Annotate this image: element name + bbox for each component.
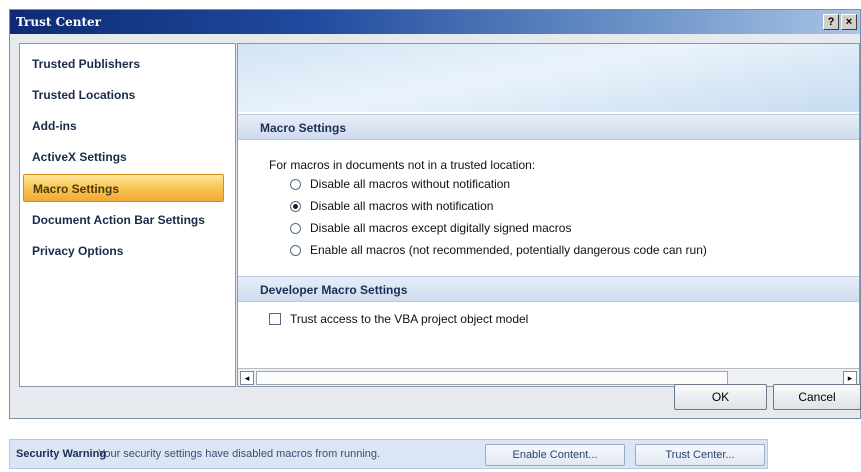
macro-option-disable-no-notification[interactable]: Disable all macros without notification [290, 175, 510, 193]
sidebar-item-macro-settings[interactable]: Macro Settings [23, 174, 224, 202]
security-warning-message: Your security settings have disabled mac… [98, 448, 381, 460]
window-title: Trust Center [16, 15, 101, 29]
trust-center-button[interactable]: Trust Center... [635, 444, 765, 466]
sidebar-nav: Trusted Publishers Trusted Locations Add… [19, 43, 236, 387]
radio-label: Enable all macros (not recommended, pote… [310, 243, 707, 257]
radio-label: Disable all macros with notification [310, 199, 494, 213]
sidebar-item-document-action-bar-settings[interactable]: Document Action Bar Settings [32, 206, 205, 234]
enable-content-button[interactable]: Enable Content... [485, 444, 625, 466]
macro-settings-header: Macro Settings [238, 114, 859, 140]
sidebar-item-trusted-publishers[interactable]: Trusted Publishers [32, 50, 140, 78]
sidebar-item-activex-settings[interactable]: ActiveX Settings [32, 143, 127, 171]
radio-label: Disable all macros without notification [310, 177, 511, 191]
security-warning-bar: Security Warning Your security settings … [9, 439, 768, 469]
radio-button-selected[interactable] [290, 200, 301, 212]
help-button[interactable]: ? [823, 14, 839, 30]
macro-option-enable-all[interactable]: Enable all macros (not recommended, pote… [290, 241, 707, 259]
scroll-right-icon[interactable]: ▸ [843, 371, 857, 385]
security-warning-title: Security Warning [16, 448, 107, 460]
scroll-left-icon[interactable]: ◂ [240, 371, 254, 385]
radio-button[interactable] [290, 178, 301, 190]
sidebar-item-privacy-options[interactable]: Privacy Options [32, 237, 123, 265]
title-bar: Trust Center ? × [10, 10, 860, 34]
macro-option-disable-except-signed[interactable]: Disable all macros except digitally sign… [290, 219, 571, 237]
radio-label: Disable all macros except digitally sign… [310, 221, 572, 235]
scrollbar-thumb[interactable] [256, 371, 728, 385]
developer-macro-settings-header: Developer Macro Settings [238, 276, 859, 302]
sidebar-item-add-ins[interactable]: Add-ins [32, 112, 77, 140]
header-banner [238, 44, 859, 112]
radio-button[interactable] [290, 244, 301, 256]
radio-button[interactable] [290, 222, 301, 234]
cancel-button[interactable]: Cancel [773, 384, 861, 410]
sidebar-item-trusted-locations[interactable]: Trusted Locations [32, 81, 135, 109]
macro-option-disable-with-notification[interactable]: Disable all macros with notification [290, 197, 493, 215]
vba-access-checkbox[interactable] [269, 313, 281, 325]
vba-access-option[interactable]: Trust access to the VBA project object m… [269, 310, 528, 328]
ok-button[interactable]: OK [674, 384, 767, 410]
vba-access-label: Trust access to the VBA project object m… [290, 312, 529, 326]
settings-panel: Macro Settings For macros in documents n… [237, 43, 860, 387]
macro-settings-intro: For macros in documents not in a trusted… [269, 158, 536, 172]
close-button[interactable]: × [841, 14, 857, 30]
trust-center-dialog: Trust Center ? × Trusted Publishers Trus… [9, 9, 861, 419]
